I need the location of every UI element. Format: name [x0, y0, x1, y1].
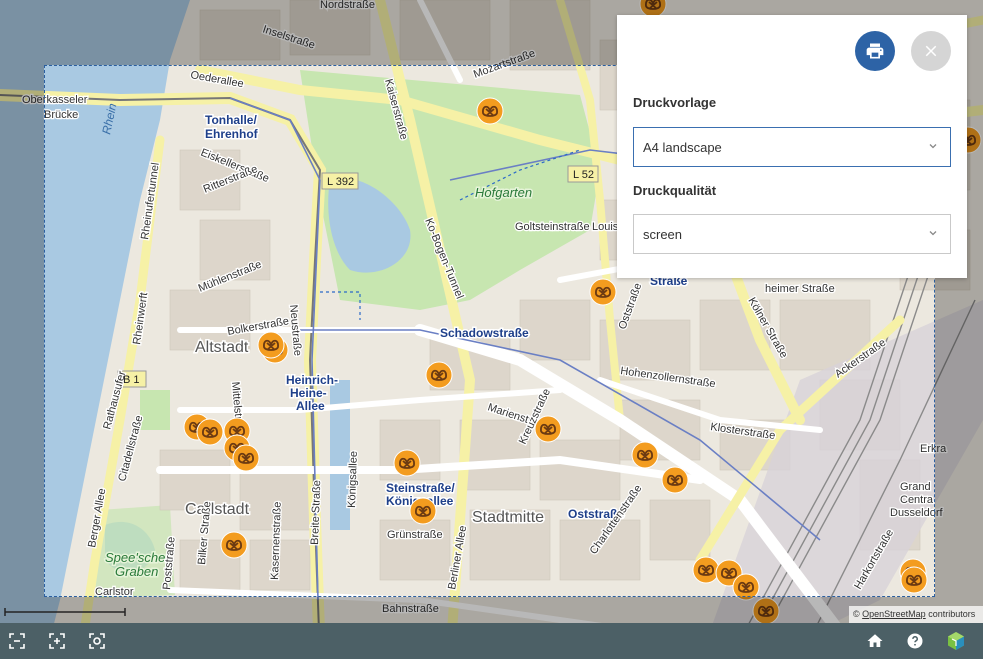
label-graf-1: Grand — [900, 481, 931, 493]
bottom-toolbar — [0, 623, 983, 659]
zoom-extent-button[interactable] — [45, 629, 69, 653]
label-oberkasseler-1: Oberkasseler — [22, 94, 88, 106]
bakery-marker[interactable] — [534, 415, 562, 443]
quality-select[interactable]: screen — [633, 214, 951, 254]
label-l52: L 52 — [573, 169, 594, 181]
label-stadtmitte: Stadtmitte — [472, 509, 544, 526]
printer-icon — [866, 43, 884, 59]
locate-icon — [89, 633, 105, 649]
zoom-extent-icon — [49, 633, 65, 649]
label-bahnstrasse: Bahnstraße — [382, 603, 439, 615]
attribution-link[interactable]: OpenStreetMap — [862, 609, 926, 619]
bakery-marker[interactable] — [752, 597, 780, 625]
bakery-marker[interactable] — [393, 449, 421, 477]
label-tonhalle-2: Ehrenhof — [205, 127, 259, 141]
bakery-marker[interactable] — [631, 441, 659, 469]
label-nordstrasse: Nordstraße — [320, 0, 375, 11]
home-button[interactable] — [863, 629, 887, 653]
template-label: Druckvorlage — [633, 95, 717, 110]
bakery-marker[interactable] — [661, 466, 689, 494]
locate-button[interactable] — [85, 629, 109, 653]
bakery-marker[interactable] — [232, 444, 260, 472]
bakery-marker[interactable] — [425, 361, 453, 389]
bakery-marker[interactable] — [476, 97, 504, 125]
label-graf-2: Centra — [900, 494, 934, 506]
label-carlstadt: Carlstadt — [185, 501, 250, 518]
map-attribution: © OpenStreetMap contributors — [849, 606, 983, 623]
bakery-marker[interactable] — [196, 418, 224, 446]
print-button[interactable] — [855, 31, 895, 71]
label-goltstein: Goltsteinstraße — [515, 221, 590, 233]
label-breite: Breite Straße — [309, 480, 323, 545]
label-heimer: heimer Straße — [765, 283, 835, 295]
help-button[interactable] — [903, 629, 927, 653]
bakery-marker[interactable] — [589, 278, 617, 306]
bakery-marker[interactable] — [732, 573, 760, 601]
bakery-marker[interactable] — [257, 331, 285, 359]
label-erkrather: Erkra — [920, 443, 947, 455]
chevron-down-icon — [929, 231, 937, 236]
label-b1: B 1 — [123, 374, 140, 386]
label-l392: L 392 — [327, 176, 354, 188]
label-oberkasseler-2: Brücke — [44, 109, 78, 121]
label-grunstrasse: Grünstraße — [387, 529, 443, 541]
app-logo-button[interactable] — [944, 629, 968, 653]
label-heinrich-3: Allee — [296, 399, 325, 413]
chevron-down-icon — [929, 144, 937, 149]
app-logo-icon — [948, 632, 964, 650]
label-carlstor: Carlstor — [95, 586, 134, 598]
quality-label: Druckqualität — [633, 183, 717, 198]
attribution-suffix: contributors — [928, 609, 976, 619]
fullscreen-button[interactable] — [5, 629, 29, 653]
label-speesch-2: Graben — [115, 564, 158, 579]
print-panel: Druckvorlage A4 landscape Druckqualität … — [617, 15, 967, 278]
home-icon — [867, 634, 883, 647]
label-koenigsallee: Königsallee — [346, 451, 360, 508]
bakery-marker[interactable] — [900, 566, 928, 594]
bakery-marker[interactable] — [409, 497, 437, 525]
label-heinrich-1: Heinrich- — [286, 373, 338, 387]
template-value: A4 landscape — [643, 139, 722, 155]
quality-value: screen — [643, 226, 683, 242]
attribution-prefix: © — [853, 609, 860, 619]
label-steinstr-1: Steinstraße/ — [386, 481, 455, 495]
template-select[interactable]: A4 landscape — [633, 127, 951, 167]
label-heinrich-2: Heine- — [290, 386, 327, 400]
label-speesch-1: Spee'scher — [105, 550, 170, 565]
bakery-marker[interactable] — [692, 556, 720, 584]
label-hofgarten: Hofgarten — [475, 185, 532, 200]
label-graf-3: Dusseldorf — [890, 507, 944, 519]
label-schadow: Schadowstraße — [440, 326, 529, 340]
fullscreen-icon — [9, 633, 25, 649]
help-icon — [907, 633, 923, 649]
label-altstadt: Altstadt — [195, 339, 249, 356]
close-icon — [925, 45, 937, 57]
label-tonhalle-1: Tonhalle/ — [205, 113, 257, 127]
close-button[interactable] — [911, 31, 951, 71]
bakery-marker[interactable] — [220, 531, 248, 559]
park-small — [140, 390, 170, 430]
